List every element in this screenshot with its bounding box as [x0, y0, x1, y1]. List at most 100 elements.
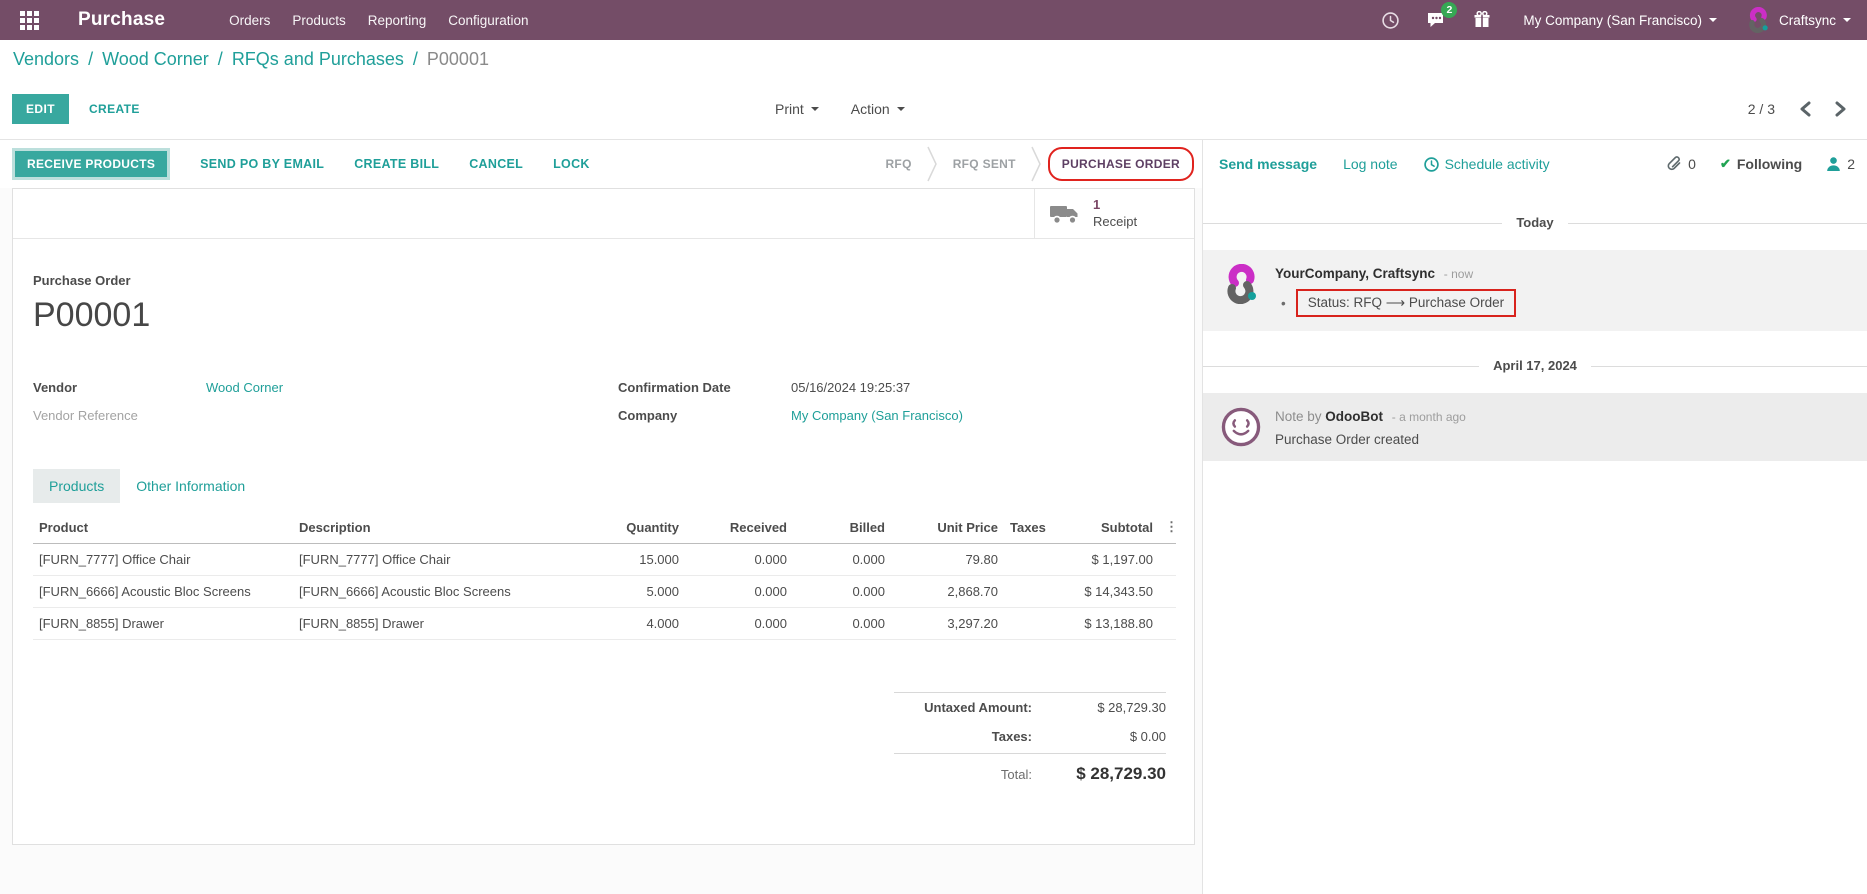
- field-company: Company My Company (San Francisco): [618, 401, 1174, 429]
- order-lines-table: Product Description Quantity Received Bi…: [33, 511, 1176, 640]
- optional-columns-icon[interactable]: ⋮: [1159, 511, 1176, 544]
- action-menus: Print Action: [775, 101, 905, 117]
- activities-clock-icon[interactable]: [1379, 9, 1401, 31]
- vendor-label: Vendor: [33, 380, 206, 395]
- annotation-status-change: Status: RFQ ⟶ Purchase Order: [1296, 289, 1516, 317]
- cell-received: 0.000: [685, 576, 793, 608]
- receive-products-button[interactable]: RECEIVE PRODUCTS: [12, 148, 170, 180]
- taxes-label: Taxes:: [894, 729, 1056, 744]
- clock-icon: [1424, 157, 1439, 172]
- following-button[interactable]: ✔ Following: [1720, 156, 1802, 172]
- table-row[interactable]: [FURN_8855] Drawer [FURN_8855] Drawer 4.…: [33, 608, 1176, 640]
- chatter-thread: Today YourCompany, Craftsync - now •: [1203, 188, 1867, 894]
- receipt-stat-button[interactable]: 1 Receipt: [1034, 189, 1194, 238]
- taxes-row: Taxes: $ 0.00: [894, 722, 1166, 751]
- cell-taxes: [1004, 608, 1062, 640]
- message-author[interactable]: YourCompany, Craftsync: [1275, 266, 1435, 281]
- message-header: Note by OdooBot - a month ago: [1275, 409, 1466, 424]
- breadcrumb-rfqs[interactable]: RFQs and Purchases: [232, 49, 404, 70]
- send-message-button[interactable]: Send message: [1219, 156, 1317, 172]
- table-row[interactable]: [FURN_6666] Acoustic Bloc Screens [FURN_…: [33, 576, 1176, 608]
- statusbar-buttons: RECEIVE PRODUCTS SEND PO BY EMAIL CREATE…: [12, 148, 590, 180]
- date-divider-label: April 17, 2024: [1479, 358, 1591, 373]
- paperclip-icon: [1666, 156, 1682, 173]
- apps-grid-icon[interactable]: [18, 9, 40, 31]
- chatter-toolbar: Send message Log note Schedule activity …: [1203, 140, 1867, 188]
- notebook-tabs: Products Other Information: [33, 469, 1174, 503]
- breadcrumb-separator: /: [218, 49, 223, 70]
- menu-reporting[interactable]: Reporting: [368, 13, 427, 28]
- lock-button[interactable]: LOCK: [553, 157, 590, 171]
- field-group: Vendor Wood Corner Vendor Reference Conf…: [33, 373, 1174, 429]
- odoobot-avatar: [1221, 407, 1261, 447]
- log-note-button[interactable]: Log note: [1343, 156, 1398, 172]
- menu-configuration[interactable]: Configuration: [448, 13, 528, 28]
- messages-icon[interactable]: 2: [1425, 9, 1447, 31]
- cell-description: [FURN_6666] Acoustic Bloc Screens: [293, 576, 588, 608]
- cell-quantity: 15.000: [588, 544, 685, 576]
- chatter-toolbar-right: 0 ✔ Following 2: [1666, 156, 1855, 173]
- breadcrumb-wood-corner[interactable]: Wood Corner: [102, 49, 209, 70]
- vendor-value-link[interactable]: Wood Corner: [206, 380, 283, 395]
- edit-button[interactable]: EDIT: [12, 94, 69, 124]
- action-menu[interactable]: Action: [851, 101, 905, 117]
- print-menu[interactable]: Print: [775, 101, 819, 117]
- menu-orders[interactable]: Orders: [229, 13, 270, 28]
- company-label: Company: [618, 408, 791, 423]
- cell-description: [FURN_8855] Drawer: [293, 608, 588, 640]
- company-value-link[interactable]: My Company (San Francisco): [791, 408, 963, 423]
- state-rfq-sent[interactable]: RFQ SENT: [938, 157, 1031, 171]
- state-rfq[interactable]: RFQ: [870, 157, 926, 171]
- pager-count[interactable]: 2 / 3: [1748, 101, 1775, 117]
- app-name[interactable]: Purchase: [78, 9, 165, 31]
- message-status-change: YourCompany, Craftsync - now • Status: R…: [1203, 250, 1867, 331]
- schedule-activity-button[interactable]: Schedule activity: [1424, 156, 1550, 172]
- control-panel: EDIT CREATE Print Action 2 / 3: [0, 78, 1867, 140]
- attachment-count: 0: [1688, 156, 1696, 172]
- cancel-button[interactable]: CANCEL: [469, 157, 523, 171]
- field-vendor: Vendor Wood Corner: [33, 373, 618, 401]
- company-switcher[interactable]: My Company (San Francisco): [1523, 13, 1717, 28]
- total-value: $ 28,729.30: [1056, 764, 1166, 784]
- tab-other-information[interactable]: Other Information: [120, 469, 261, 503]
- col-quantity: Quantity: [588, 511, 685, 544]
- action-label: Action: [851, 101, 890, 117]
- create-bill-button[interactable]: CREATE BILL: [354, 157, 439, 171]
- message-header: YourCompany, Craftsync - now: [1275, 266, 1516, 281]
- tab-products[interactable]: Products: [33, 469, 120, 503]
- cell-product: [FURN_6666] Acoustic Bloc Screens: [33, 576, 293, 608]
- message-author[interactable]: OdooBot: [1325, 409, 1383, 424]
- attachments-button[interactable]: 0: [1666, 156, 1696, 173]
- chatter-panel: Send message Log note Schedule activity …: [1202, 140, 1867, 894]
- gift-icon[interactable]: [1471, 9, 1493, 31]
- pager-previous-icon[interactable]: [1799, 101, 1811, 117]
- following-label: Following: [1737, 156, 1802, 172]
- cell-description: [FURN_7777] Office Chair: [293, 544, 588, 576]
- date-divider-today: Today: [1203, 214, 1867, 232]
- schedule-activity-label: Schedule activity: [1445, 156, 1550, 172]
- table-header-row: Product Description Quantity Received Bi…: [33, 511, 1176, 544]
- vendor-reference-label: Vendor Reference: [33, 408, 206, 423]
- user-menu[interactable]: Craftsync: [1745, 7, 1851, 33]
- send-po-by-email-button[interactable]: SEND PO BY EMAIL: [200, 157, 324, 171]
- pager-next-icon[interactable]: [1835, 101, 1847, 117]
- cell-billed: 0.000: [793, 608, 891, 640]
- print-label: Print: [775, 101, 804, 117]
- cell-product: [FURN_7777] Office Chair: [33, 544, 293, 576]
- cell-options: [1159, 608, 1176, 640]
- followers-button[interactable]: 2: [1826, 156, 1855, 172]
- create-button[interactable]: CREATE: [89, 102, 140, 116]
- menu-products[interactable]: Products: [292, 13, 345, 28]
- untaxed-amount-row: Untaxed Amount: $ 28,729.30: [894, 692, 1166, 722]
- col-unit-price: Unit Price: [891, 511, 1004, 544]
- state-purchase-order[interactable]: PURCHASE ORDER: [1062, 157, 1180, 171]
- cell-subtotal: $ 13,188.80: [1062, 608, 1159, 640]
- table-row[interactable]: [FURN_7777] Office Chair [FURN_7777] Off…: [33, 544, 1176, 576]
- field-column-left: Vendor Wood Corner Vendor Reference: [33, 373, 618, 429]
- col-taxes: Taxes: [1004, 511, 1062, 544]
- cell-options: [1159, 576, 1176, 608]
- breadcrumb-vendors[interactable]: Vendors: [13, 49, 79, 70]
- record-pager: 2 / 3: [1748, 101, 1867, 117]
- message-body: Purchase Order created: [1275, 432, 1466, 447]
- cell-unit-price: 79.80: [891, 544, 1004, 576]
